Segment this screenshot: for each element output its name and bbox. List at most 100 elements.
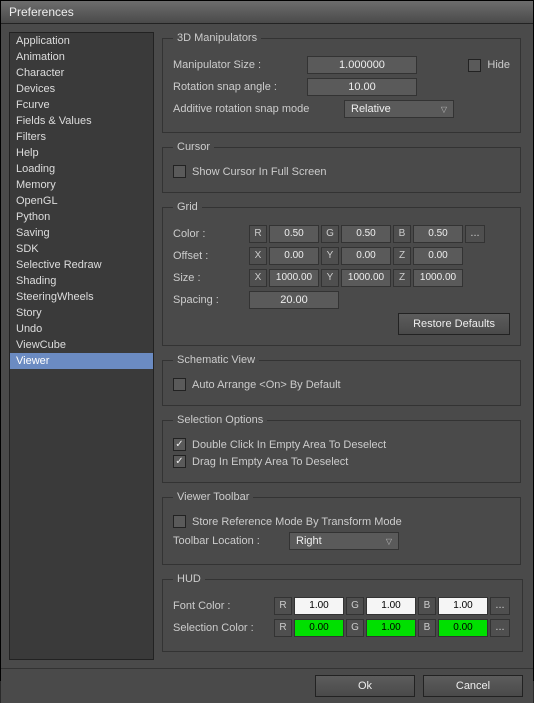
drag-deselect-label: Drag In Empty Area To Deselect [192, 456, 348, 468]
sidebar-item-story[interactable]: Story [10, 305, 153, 321]
double-click-deselect-label: Double Click In Empty Area To Deselect [192, 439, 386, 451]
toolbar-location-label: Toolbar Location : [173, 535, 283, 547]
g-label: G [346, 619, 364, 637]
selection-color-r[interactable]: 0.00 [294, 619, 344, 637]
group-cursor: Cursor Show Cursor In Full Screen [162, 141, 521, 193]
font-color-b[interactable]: 1.00 [438, 597, 488, 615]
sidebar-item-fcurve[interactable]: Fcurve [10, 97, 153, 113]
preferences-window: Preferences ApplicationAnimationCharacte… [0, 0, 534, 681]
r-label: R [274, 619, 292, 637]
selection-color-g[interactable]: 1.00 [366, 619, 416, 637]
group-legend: 3D Manipulators [173, 32, 261, 44]
grid-color-label: Color : [173, 228, 243, 240]
x-label: X [249, 247, 267, 265]
group-legend: Selection Options [173, 414, 267, 426]
z-label: Z [393, 247, 411, 265]
sidebar-item-viewcube[interactable]: ViewCube [10, 337, 153, 353]
font-color-r[interactable]: 1.00 [294, 597, 344, 615]
drag-deselect-checkbox[interactable] [173, 455, 186, 468]
group-grid: Grid Color : R0.50 G0.50 B0.50 ... Offse… [162, 201, 521, 346]
sidebar-item-saving[interactable]: Saving [10, 225, 153, 241]
auto-arrange-label: Auto Arrange <On> By Default [192, 379, 341, 391]
grid-offset-y[interactable]: 0.00 [341, 247, 391, 265]
store-reference-label: Store Reference Mode By Transform Mode [192, 516, 402, 528]
sidebar-item-animation[interactable]: Animation [10, 49, 153, 65]
sidebar-item-python[interactable]: Python [10, 209, 153, 225]
sidebar-item-shading[interactable]: Shading [10, 273, 153, 289]
rotation-snap-input[interactable]: 10.00 [307, 78, 417, 96]
additive-rotation-combo[interactable]: Relative▽ [344, 100, 454, 118]
grid-offset-x[interactable]: 0.00 [269, 247, 319, 265]
font-color-g[interactable]: 1.00 [366, 597, 416, 615]
selection-color-more-button[interactable]: ... [490, 619, 510, 637]
group-legend: Cursor [173, 141, 214, 153]
grid-spacing-input[interactable]: 20.00 [249, 291, 339, 309]
group-legend: HUD [173, 573, 205, 585]
sidebar-item-steeringwheels[interactable]: SteeringWheels [10, 289, 153, 305]
sidebar-item-opengl[interactable]: OpenGL [10, 193, 153, 209]
sidebar-item-viewer[interactable]: Viewer [10, 353, 153, 369]
group-legend: Viewer Toolbar [173, 491, 253, 503]
font-color-label: Font Color : [173, 600, 268, 612]
grid-offset-z[interactable]: 0.00 [413, 247, 463, 265]
ok-button[interactable]: Ok [315, 675, 415, 697]
window-title: Preferences [1, 1, 533, 24]
grid-size-x[interactable]: 1000.00 [269, 269, 319, 287]
sidebar-item-undo[interactable]: Undo [10, 321, 153, 337]
font-color-more-button[interactable]: ... [490, 597, 510, 615]
group-selection-options: Selection Options Double Click In Empty … [162, 414, 521, 483]
sidebar-item-fields-values[interactable]: Fields & Values [10, 113, 153, 129]
grid-color-b[interactable]: 0.50 [413, 225, 463, 243]
sidebar-item-loading[interactable]: Loading [10, 161, 153, 177]
cancel-button[interactable]: Cancel [423, 675, 523, 697]
sidebar-item-memory[interactable]: Memory [10, 177, 153, 193]
restore-defaults-button[interactable]: Restore Defaults [398, 313, 510, 335]
r-label: R [274, 597, 292, 615]
b-label: B [418, 597, 436, 615]
group-viewer-toolbar: Viewer Toolbar Store Reference Mode By T… [162, 491, 521, 565]
grid-spacing-label: Spacing : [173, 294, 243, 306]
group-legend: Grid [173, 201, 202, 213]
group-3d-manipulators: 3D Manipulators Manipulator Size : 1.000… [162, 32, 521, 133]
sidebar-item-sdk[interactable]: SDK [10, 241, 153, 257]
z-label: Z [393, 269, 411, 287]
dialog-button-row: Ok Cancel [1, 668, 533, 703]
y-label: Y [321, 269, 339, 287]
category-sidebar[interactable]: ApplicationAnimationCharacterDevicesFcur… [9, 32, 154, 660]
group-hud: HUD Font Color : R1.00 G1.00 B1.00 ... S… [162, 573, 523, 652]
sidebar-item-application[interactable]: Application [10, 33, 153, 49]
b-label: B [393, 225, 411, 243]
grid-offset-label: Offset : [173, 250, 243, 262]
auto-arrange-checkbox[interactable] [173, 378, 186, 391]
manipulator-size-label: Manipulator Size : [173, 59, 301, 71]
hide-checkbox[interactable] [468, 59, 481, 72]
show-cursor-checkbox[interactable] [173, 165, 186, 178]
g-label: G [321, 225, 339, 243]
toolbar-location-combo[interactable]: Right▽ [289, 532, 399, 550]
store-reference-checkbox[interactable] [173, 515, 186, 528]
grid-color-g[interactable]: 0.50 [341, 225, 391, 243]
window-body: ApplicationAnimationCharacterDevicesFcur… [1, 24, 533, 668]
selection-color-b[interactable]: 0.00 [438, 619, 488, 637]
group-legend: Schematic View [173, 354, 259, 366]
sidebar-item-character[interactable]: Character [10, 65, 153, 81]
manipulator-size-input[interactable]: 1.000000 [307, 56, 417, 74]
additive-rotation-label: Additive rotation snap mode [173, 103, 338, 115]
g-label: G [346, 597, 364, 615]
sidebar-item-devices[interactable]: Devices [10, 81, 153, 97]
sidebar-item-filters[interactable]: Filters [10, 129, 153, 145]
grid-size-label: Size : [173, 272, 243, 284]
double-click-deselect-checkbox[interactable] [173, 438, 186, 451]
selection-color-label: Selection Color : [173, 622, 268, 634]
settings-panel: 3D Manipulators Manipulator Size : 1.000… [162, 32, 525, 660]
grid-color-more-button[interactable]: ... [465, 225, 485, 243]
grid-size-y[interactable]: 1000.00 [341, 269, 391, 287]
r-label: R [249, 225, 267, 243]
grid-color-r[interactable]: 0.50 [269, 225, 319, 243]
sidebar-item-selective-redraw[interactable]: Selective Redraw [10, 257, 153, 273]
sidebar-item-help[interactable]: Help [10, 145, 153, 161]
grid-size-z[interactable]: 1000.00 [413, 269, 463, 287]
rotation-snap-label: Rotation snap angle : [173, 81, 301, 93]
group-schematic-view: Schematic View Auto Arrange <On> By Defa… [162, 354, 521, 406]
y-label: Y [321, 247, 339, 265]
